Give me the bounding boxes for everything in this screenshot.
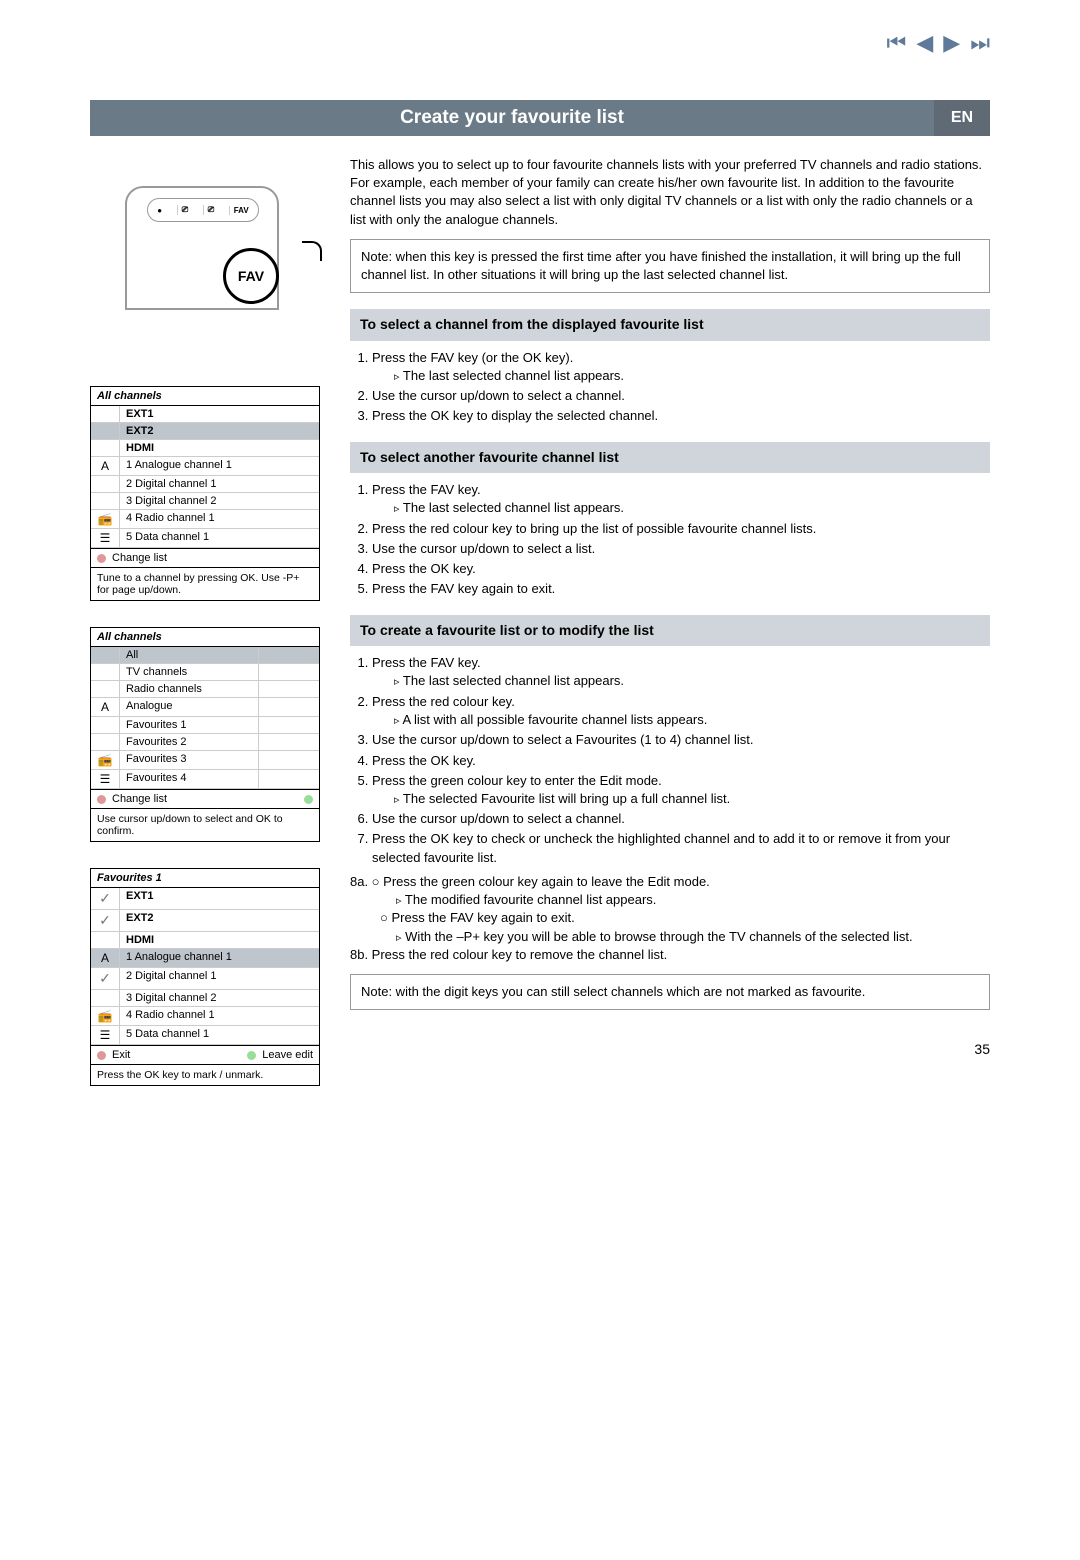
note-box: Note: with the digit keys you can still … (350, 974, 990, 1010)
last-page-icon[interactable]: ⏭ (970, 30, 990, 56)
note-box: Note: when this key is pressed the first… (350, 239, 990, 293)
osd-header: HDMI (120, 440, 319, 456)
list-row: Favourites 1 (120, 717, 259, 733)
list-row: Favourites 3 (120, 751, 259, 769)
step-result: With the –P+ key you will be able to bro… (405, 929, 912, 944)
remote-illustration: ● ⎚ ⎚ FAV FAV (90, 156, 320, 366)
channel-row: 2 Digital channel 1 (120, 476, 319, 492)
step-result: A list with all possible favourite chann… (402, 712, 707, 727)
step: Press the FAV key. ▹ The last selected c… (372, 481, 990, 518)
step-result: The selected Favourite list will bring u… (403, 791, 730, 806)
osd-action: Change list (112, 552, 167, 564)
channel-row: 3 Digital channel 2 (120, 493, 319, 509)
step: Press the FAV key again to exit. (372, 580, 990, 598)
channel-row: 2 Digital channel 1 (120, 968, 319, 989)
step: Press the red colour key. ▹ A list with … (372, 693, 990, 730)
osd-hint: Tune to a channel by pressing OK. Use -P… (91, 567, 319, 600)
red-key-icon (97, 1051, 106, 1060)
step: Use the cursor up/down to select a Favou… (372, 731, 990, 749)
osd-action: Leave edit (262, 1049, 313, 1061)
step-sub: ○ Press the FAV key again to exit. (380, 909, 990, 927)
osd-hint: Use cursor up/down to select and OK to c… (91, 808, 319, 841)
list-row: TV channels (120, 664, 259, 680)
channel-row: 5 Data channel 1 (120, 529, 319, 547)
remote-fav-small: FAV (229, 206, 253, 215)
channel-row: 4 Radio channel 1 (120, 1007, 319, 1025)
remote-dot-icon: ● (153, 206, 166, 215)
osd-title: All channels (91, 387, 319, 406)
channel-type-icon: A (91, 457, 120, 475)
intro-paragraph: This allows you to select up to four fav… (350, 156, 990, 229)
step: Press the OK key to check or uncheck the… (372, 830, 990, 866)
section-heading: To create a favourite list or to modify … (350, 615, 990, 647)
step: Press the red colour key to bring up the… (372, 520, 990, 538)
page-header: Create your favourite list EN (90, 100, 990, 136)
step: 8b. Press the red colour key to remove t… (350, 946, 990, 964)
step-result: The last selected channel list appears. (403, 500, 624, 515)
next-page-icon[interactable]: ▶ (943, 30, 960, 56)
osd-action: Change list (112, 793, 167, 805)
list-row: Favourites 4 (120, 770, 259, 788)
osd-header: EXT1 (120, 406, 319, 422)
red-key-icon (97, 554, 106, 563)
step-result: The modified favourite channel list appe… (405, 892, 656, 907)
osd-title: Favourites 1 (91, 869, 319, 888)
step: Use the cursor up/down to select a chann… (372, 387, 990, 405)
list-row: Radio channels (120, 681, 259, 697)
channel-row: 5 Data channel 1 (120, 1026, 319, 1044)
list-row: Analogue (120, 698, 259, 716)
osd-hint: Press the OK key to mark / unmark. (91, 1064, 319, 1085)
step: Use the cursor up/down to select a list. (372, 540, 990, 558)
osd-action: Exit (112, 1049, 130, 1061)
prev-page-icon[interactable]: ◀ (916, 30, 933, 56)
list-row: Favourites 2 (120, 734, 259, 750)
list-row: All (120, 647, 259, 663)
step: Press the OK key to display the selected… (372, 407, 990, 425)
osd-all-channels: All channels EXT1 EXT2 HDMI A1 Analogue … (90, 386, 320, 601)
step-result: The last selected channel list appears. (403, 368, 624, 383)
language-badge: EN (934, 100, 990, 136)
channel-row: 3 Digital channel 2 (120, 990, 319, 1006)
page-title: Create your favourite list (90, 107, 934, 129)
step-result: The last selected channel list appears. (403, 673, 624, 688)
remote-osd-icon: ⎚ (177, 205, 192, 215)
osd-header: HDMI (120, 932, 319, 948)
red-key-icon (97, 795, 106, 804)
step: Use the cursor up/down to select a chann… (372, 810, 990, 828)
osd-favourites-edit: Favourites 1 ✓EXT1 ✓EXT2 HDMI A1 Analogu… (90, 868, 320, 1086)
section-heading: To select another favourite channel list (350, 442, 990, 474)
step: 8a. ○ Press the green colour key again t… (350, 873, 990, 891)
step: Press the FAV key. ▹ The last selected c… (372, 654, 990, 691)
section-heading: To select a channel from the displayed f… (350, 309, 990, 341)
remote-osd-icon: ⎚ (203, 205, 218, 215)
data-icon: ☰ (91, 529, 120, 547)
green-key-icon (247, 1051, 256, 1060)
green-key-icon (304, 795, 313, 804)
fav-button: FAV (223, 248, 279, 304)
radio-icon: 📻 (91, 510, 120, 528)
osd-list-select: All channels All TV channels Radio chann… (90, 627, 320, 842)
step: Press the FAV key (or the OK key). ▹ The… (372, 349, 990, 386)
osd-header: EXT2 (120, 423, 319, 439)
pdf-nav-icons[interactable]: ⏮ ◀ ▶ ⏭ (887, 30, 990, 56)
page-number: 35 (350, 1040, 990, 1060)
channel-row: 1 Analogue channel 1 (120, 457, 319, 475)
osd-header: EXT2 (120, 910, 319, 931)
step: Press the OK key. (372, 752, 990, 770)
channel-row: 1 Analogue channel 1 (120, 949, 319, 967)
step: Press the green colour key to enter the … (372, 772, 990, 809)
osd-header: EXT1 (120, 888, 319, 909)
first-page-icon[interactable]: ⏮ (887, 30, 907, 56)
step: Press the OK key. (372, 560, 990, 578)
osd-title: All channels (91, 628, 319, 647)
channel-row: 4 Radio channel 1 (120, 510, 319, 528)
